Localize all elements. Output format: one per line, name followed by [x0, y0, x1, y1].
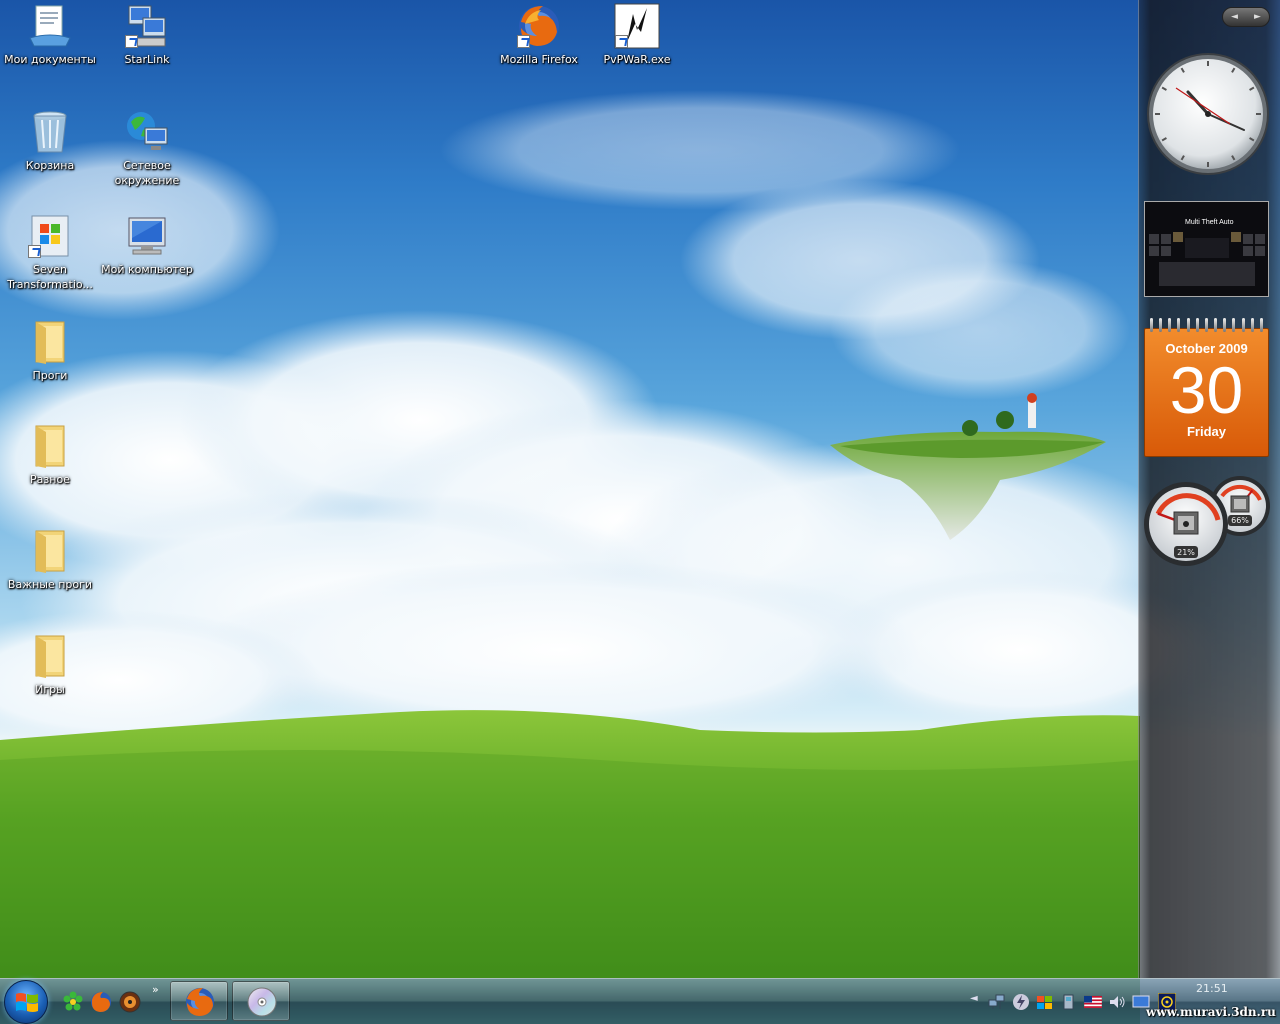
windows-update-icon[interactable] [1036, 993, 1054, 1011]
seven-transformation-icon [26, 212, 74, 260]
desktop-icon-label: Мой компьютер [101, 263, 193, 276]
folder-icon [26, 527, 74, 575]
start-button[interactable] [4, 980, 48, 1024]
network-icon [123, 108, 171, 156]
desktop-icon-label: Mozilla Firefox [500, 53, 578, 66]
folder-icon [26, 318, 74, 366]
desktop-icon-folder-raznoe[interactable]: Разное [2, 422, 98, 487]
folder-icon [26, 422, 74, 470]
desktop-icon-label: Корзина [25, 159, 75, 172]
calendar-binding-rings [1150, 318, 1263, 334]
desktop-icon-folder-igry[interactable]: Игры [2, 632, 98, 697]
desktop-icon-recycle-bin[interactable]: Корзина [2, 108, 98, 173]
desktop-icon-label: StarLink [124, 53, 170, 66]
calendar-weekday: Friday [1186, 424, 1226, 439]
clock-face-icon [1147, 53, 1269, 175]
desktop-icon-folder-vazhnye-progi[interactable]: Важные проги [2, 527, 98, 592]
clock-gadget[interactable] [1146, 52, 1270, 176]
desktop-icon-pvpwar[interactable]: PvPWaR.exe [589, 2, 685, 67]
volume-icon[interactable] [1108, 993, 1126, 1011]
memory-percent: 66% [1231, 516, 1249, 525]
calendar-page: October 2009 30 Friday [1144, 328, 1269, 457]
firefox-icon [186, 988, 214, 1016]
desktop-icon-starlink[interactable]: StarLink [99, 2, 195, 67]
starlink-icon [123, 2, 171, 50]
cpu-meter-gauges: 21% 66% [1144, 476, 1270, 566]
language-flag-icon[interactable] [1083, 993, 1103, 1011]
desktop-icon-seven-transformation[interactable]: Seven Transformatio... [2, 212, 98, 292]
cpu-meter-gadget[interactable]: 21% 66% [1142, 474, 1270, 570]
tray-expand-button[interactable]: ◄ [970, 993, 978, 1004]
quick-launch-firefox[interactable] [90, 991, 112, 1013]
windows-logo-icon [16, 993, 38, 1012]
desktop-icon-label: Проги [32, 369, 68, 382]
recycle-bin-icon [26, 108, 74, 156]
folder-icon [26, 632, 74, 680]
taskbar-clock[interactable]: 21:51 [1196, 982, 1228, 995]
taskbar: » ◄ [0, 978, 1280, 1024]
shortcut-arrow-icon [125, 35, 138, 48]
desktop-icon-label: Мои документы [4, 53, 96, 66]
safely-remove-icon[interactable] [1060, 993, 1078, 1011]
desktop-icon-label: Сетевое окружение [114, 159, 180, 187]
desktop-icon-label: Seven Transformatio... [7, 263, 93, 291]
power-icon[interactable] [1012, 993, 1030, 1011]
calendar-day: 30 [1169, 353, 1244, 427]
my-computer-icon [123, 212, 171, 260]
desktop-icon-label: Разное [30, 473, 70, 486]
desktop-icon-my-documents[interactable]: Мои документы [2, 2, 98, 67]
quick-launch-more-button[interactable]: » [152, 983, 159, 996]
desktop-icon-network[interactable]: Сетевое окружение [99, 108, 195, 188]
firefox-icon [515, 2, 563, 50]
quick-launch-icq[interactable] [62, 991, 84, 1013]
shortcut-arrow-icon [517, 35, 530, 48]
desktop-icon-label: Важные проги [7, 578, 93, 591]
sidebar-next-button[interactable]: ► [1254, 12, 1261, 22]
quick-launch-media[interactable] [119, 991, 141, 1013]
documents-icon [26, 2, 74, 50]
watermark-url: www.muravi.3dn.ru [1146, 1005, 1276, 1019]
desktop-icon-my-computer[interactable]: Мой компьютер [99, 212, 195, 277]
slideshow-image [1145, 202, 1268, 296]
slideshow-caption: Multi Theft Auto [1185, 219, 1234, 226]
media-player-icon [119, 991, 141, 1013]
sidebar-prev-button[interactable]: ◄ [1231, 12, 1238, 22]
cpu-percent: 21% [1177, 548, 1195, 557]
icq-flower-icon [63, 991, 83, 1011]
shortcut-arrow-icon [28, 245, 41, 258]
pvpwar-icon [613, 2, 661, 50]
network-status-icon[interactable] [988, 993, 1006, 1011]
taskbar-button-firefox[interactable] [170, 981, 228, 1021]
cd-disc-icon [247, 987, 277, 1017]
desktop-icon-label: PvPWaR.exe [603, 53, 671, 66]
firefox-icon [91, 992, 111, 1012]
desktop-icon-mozilla-firefox[interactable]: Mozilla Firefox [491, 2, 587, 67]
slideshow-gadget[interactable]: Multi Theft Auto [1144, 201, 1269, 297]
calendar-gadget[interactable]: October 2009 30 Friday [1144, 318, 1269, 457]
taskbar-button-disc[interactable] [232, 981, 290, 1021]
shortcut-arrow-icon [615, 35, 628, 48]
desktop-icon-label: Игры [35, 683, 65, 696]
sidebar-gadget-nav: ◄ ► [1222, 7, 1270, 27]
desktop-icon-folder-progi[interactable]: Проги [2, 318, 98, 383]
